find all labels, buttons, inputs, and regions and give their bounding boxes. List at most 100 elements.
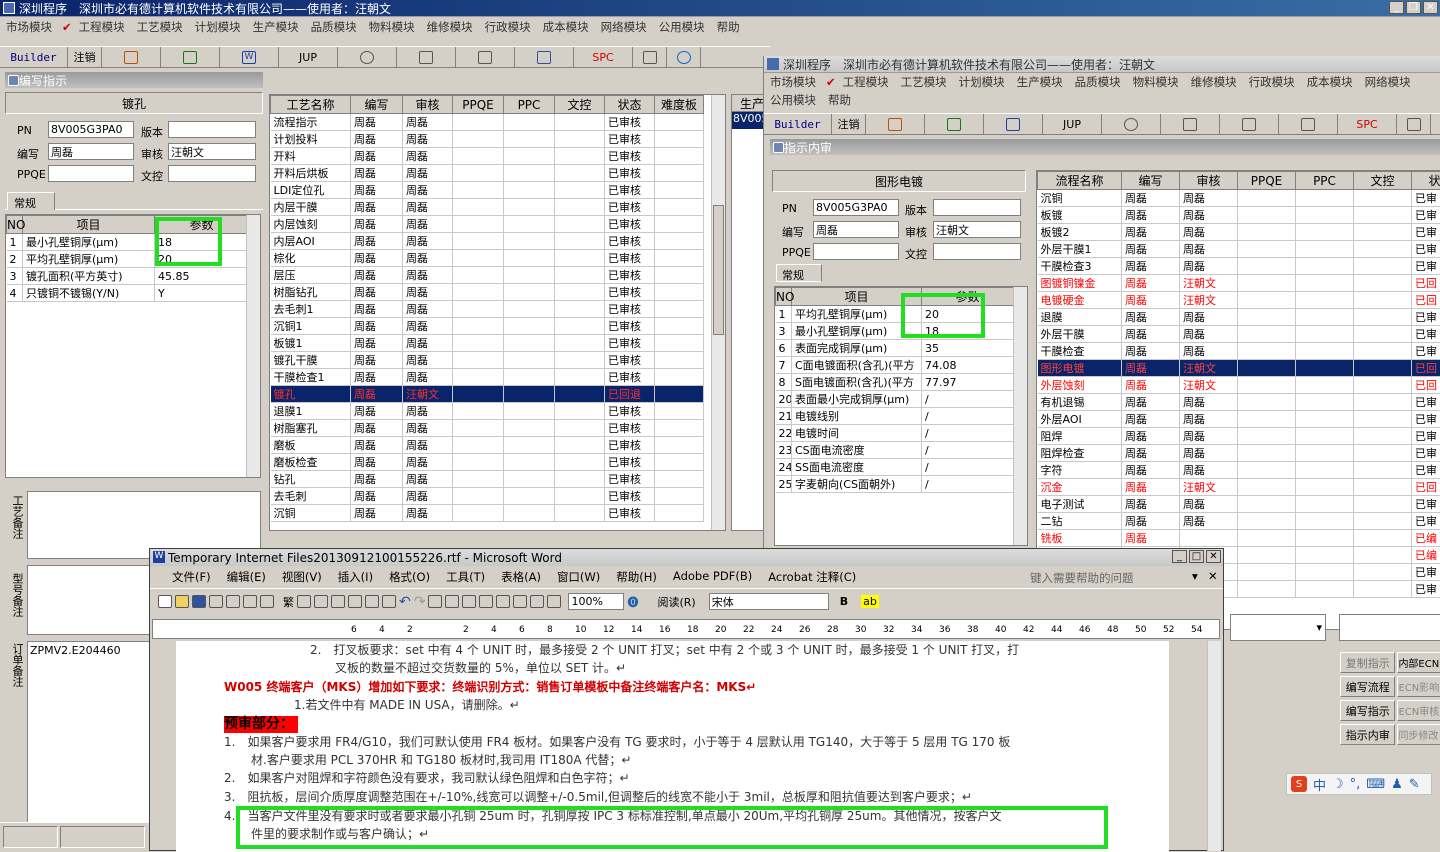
menu-item[interactable]: 物料模块	[1127, 74, 1185, 90]
version-field-2[interactable]	[933, 199, 1021, 216]
excel-icon[interactable]	[925, 114, 984, 134]
table-row[interactable]: 去毛刺周磊周磊已审核	[271, 488, 704, 505]
restore-icon[interactable]: ❐	[1406, 1, 1421, 14]
table-row[interactable]: 二钻周磊周磊已审	[1038, 513, 1440, 530]
table-row[interactable]: 字符周磊周磊已审	[1038, 462, 1440, 479]
menu-item[interactable]: 工艺模块	[895, 74, 953, 90]
table-row[interactable]: 阻焊周磊周磊已审	[1038, 428, 1440, 445]
menu-item[interactable]: 计划模块	[953, 74, 1011, 90]
research-icon[interactable]	[314, 595, 328, 608]
doc-map-icon[interactable]	[530, 595, 544, 608]
column-header[interactable]: PPC	[504, 96, 555, 114]
ppqe-field-2[interactable]	[813, 243, 899, 260]
table-row[interactable]: 外层干膜1周磊周磊已审	[1038, 241, 1440, 258]
word-menu-item[interactable]: 格式(O)	[381, 569, 438, 585]
menu-item[interactable]: 生产模块	[247, 19, 305, 35]
refresh-icon[interactable]	[633, 47, 667, 67]
menu-item[interactable]: 计划模块	[189, 19, 247, 35]
help-search[interactable]: 键入需要帮助的问题	[1030, 570, 1134, 586]
new-icon[interactable]	[158, 595, 172, 608]
table-row[interactable]: 铣板周磊已编	[1038, 530, 1440, 547]
writer-field-2[interactable]: 周磊	[813, 221, 899, 238]
table-row[interactable]: 阻焊检查周磊周磊已审	[1038, 445, 1440, 462]
action-button[interactable]: 编写指示	[1340, 700, 1395, 721]
column-header[interactable]: 编写	[1122, 172, 1180, 190]
builder-button[interactable]: Builder	[0, 47, 68, 67]
tab-general[interactable]: 常规	[7, 192, 55, 210]
wrench-icon[interactable]: ✎	[1409, 777, 1420, 792]
columns-icon[interactable]	[496, 595, 510, 608]
copy-icon[interactable]	[348, 595, 362, 608]
table-row[interactable]: 层压周磊周磊已审核	[271, 267, 704, 284]
table-row[interactable]: 沉铜周磊周磊已审	[1038, 190, 1440, 207]
drawing-icon[interactable]	[513, 595, 527, 608]
dropdown-field[interactable]: ▾	[1230, 614, 1326, 641]
format-painter-icon[interactable]	[382, 595, 396, 608]
word-menu-item[interactable]: 工具(T)	[438, 569, 493, 585]
table-row[interactable]: 棕化周磊周磊已审核	[271, 250, 704, 267]
menu-item[interactable]: 公用模块	[653, 19, 711, 35]
word-icon[interactable]	[984, 114, 1043, 134]
param-row[interactable]: 24SS面电流密度/	[776, 459, 1014, 476]
param-row[interactable]: 23CS面电流密度/	[776, 442, 1014, 459]
param-row[interactable]: 4只镀铜不镀锡(Y/N)Y	[7, 285, 249, 302]
read-button[interactable]: 阅读(R)	[657, 594, 695, 610]
table-row[interactable]: 沉铜1周磊周磊已审核	[271, 318, 704, 335]
menu-item[interactable]: 物料模块	[363, 19, 421, 35]
tab-general-2[interactable]: 常规	[776, 264, 822, 282]
table-row[interactable]: 干膜检查3周磊周磊已审	[1038, 258, 1440, 275]
table-row[interactable]: 退膜1周磊周磊已审核	[271, 403, 704, 420]
table-row[interactable]: 干膜检查1周磊周磊已审核	[271, 369, 704, 386]
menu-item[interactable]: 工程模块	[73, 19, 131, 35]
computer-icon[interactable]	[515, 47, 574, 67]
table-row[interactable]: 外层蚀刻周磊汪朝文已回	[1038, 377, 1440, 394]
table-row[interactable]: 内层蚀刻周磊周磊已审核	[271, 216, 704, 233]
menu-item[interactable]: 成本模块	[1301, 74, 1359, 90]
menu-item[interactable]: 维修模块	[1185, 74, 1243, 90]
column-header[interactable]: 状态	[605, 96, 655, 114]
doc-field[interactable]	[168, 165, 256, 182]
help-icon[interactable]: ⓿	[627, 594, 638, 610]
table-row[interactable]: 电子测试周磊周磊已审	[1038, 496, 1440, 513]
zoom-preview-icon[interactable]	[260, 595, 274, 608]
param-row[interactable]: 20表面最小完成铜厚(μm)/	[776, 391, 1014, 408]
table-row[interactable]: 开料后烘板周磊周磊已审核	[271, 165, 704, 182]
punct-icon[interactable]: °,	[1350, 777, 1361, 792]
database-icon[interactable]	[1161, 114, 1220, 134]
column-header[interactable]: 文控	[1354, 172, 1412, 190]
print-preview-icon[interactable]	[226, 595, 240, 608]
show-hide-icon[interactable]	[547, 595, 561, 608]
table-row[interactable]: LDI定位孔周磊周磊已审核	[271, 182, 704, 199]
word-menu-item[interactable]: 表格(A)	[493, 569, 549, 585]
table-row[interactable]: 有机退锡周磊周磊已审	[1038, 394, 1440, 411]
ime-mode[interactable]: 中	[1313, 775, 1326, 794]
param-row[interactable]: 7C面电镀面积(含孔)(平方74.08	[776, 357, 1014, 374]
menu-item[interactable]: 生产模块	[1011, 74, 1069, 90]
action-button[interactable]: 复制指示	[1340, 652, 1395, 673]
writer-field[interactable]: 周磊	[48, 143, 134, 160]
pn-field-2[interactable]: 8V005G3PA0	[813, 199, 899, 216]
word-menu-item[interactable]: 帮助(H)	[608, 569, 665, 585]
network-icon[interactable]	[456, 47, 515, 67]
table-row[interactable]: 图形电镀周磊汪朝文已回	[1038, 360, 1440, 377]
params-scrollbar-2[interactable]	[1013, 287, 1027, 545]
excel-icon[interactable]	[161, 47, 220, 67]
column-header[interactable]: 审核	[1180, 172, 1238, 190]
minimize-icon[interactable]: _	[1172, 550, 1187, 563]
ime-toolbar[interactable]: S 中 ☽ °, ⌨ ♟ ✎	[1286, 773, 1432, 795]
column-header[interactable]: 流程名称	[1038, 172, 1122, 190]
menu-item[interactable]: 品质模块	[1069, 74, 1127, 90]
table-row[interactable]: 图镀铜镍金周磊汪朝文已回	[1038, 275, 1440, 292]
param-row[interactable]: 3镀孔面积(平方英寸)45.85	[7, 268, 249, 285]
table-row[interactable]: 退膜周磊周磊已审	[1038, 309, 1440, 326]
close-icon[interactable]: ✕	[1206, 550, 1221, 563]
column-header[interactable]: PPQE	[453, 96, 504, 114]
chevron-down-icon[interactable]: ▾	[1316, 621, 1322, 634]
action-button[interactable]: ECN影响	[1397, 676, 1440, 697]
word-menu-item[interactable]: 视图(V)	[274, 569, 330, 585]
column-header[interactable]: PPQE	[1238, 172, 1296, 190]
word-menu-item[interactable]: 编辑(E)	[219, 569, 274, 585]
menu-item[interactable]: 帮助	[822, 92, 857, 108]
param-row[interactable]: 25字麦朝向(CS面朝外)/	[776, 476, 1014, 493]
tables-icon[interactable]	[445, 595, 459, 608]
